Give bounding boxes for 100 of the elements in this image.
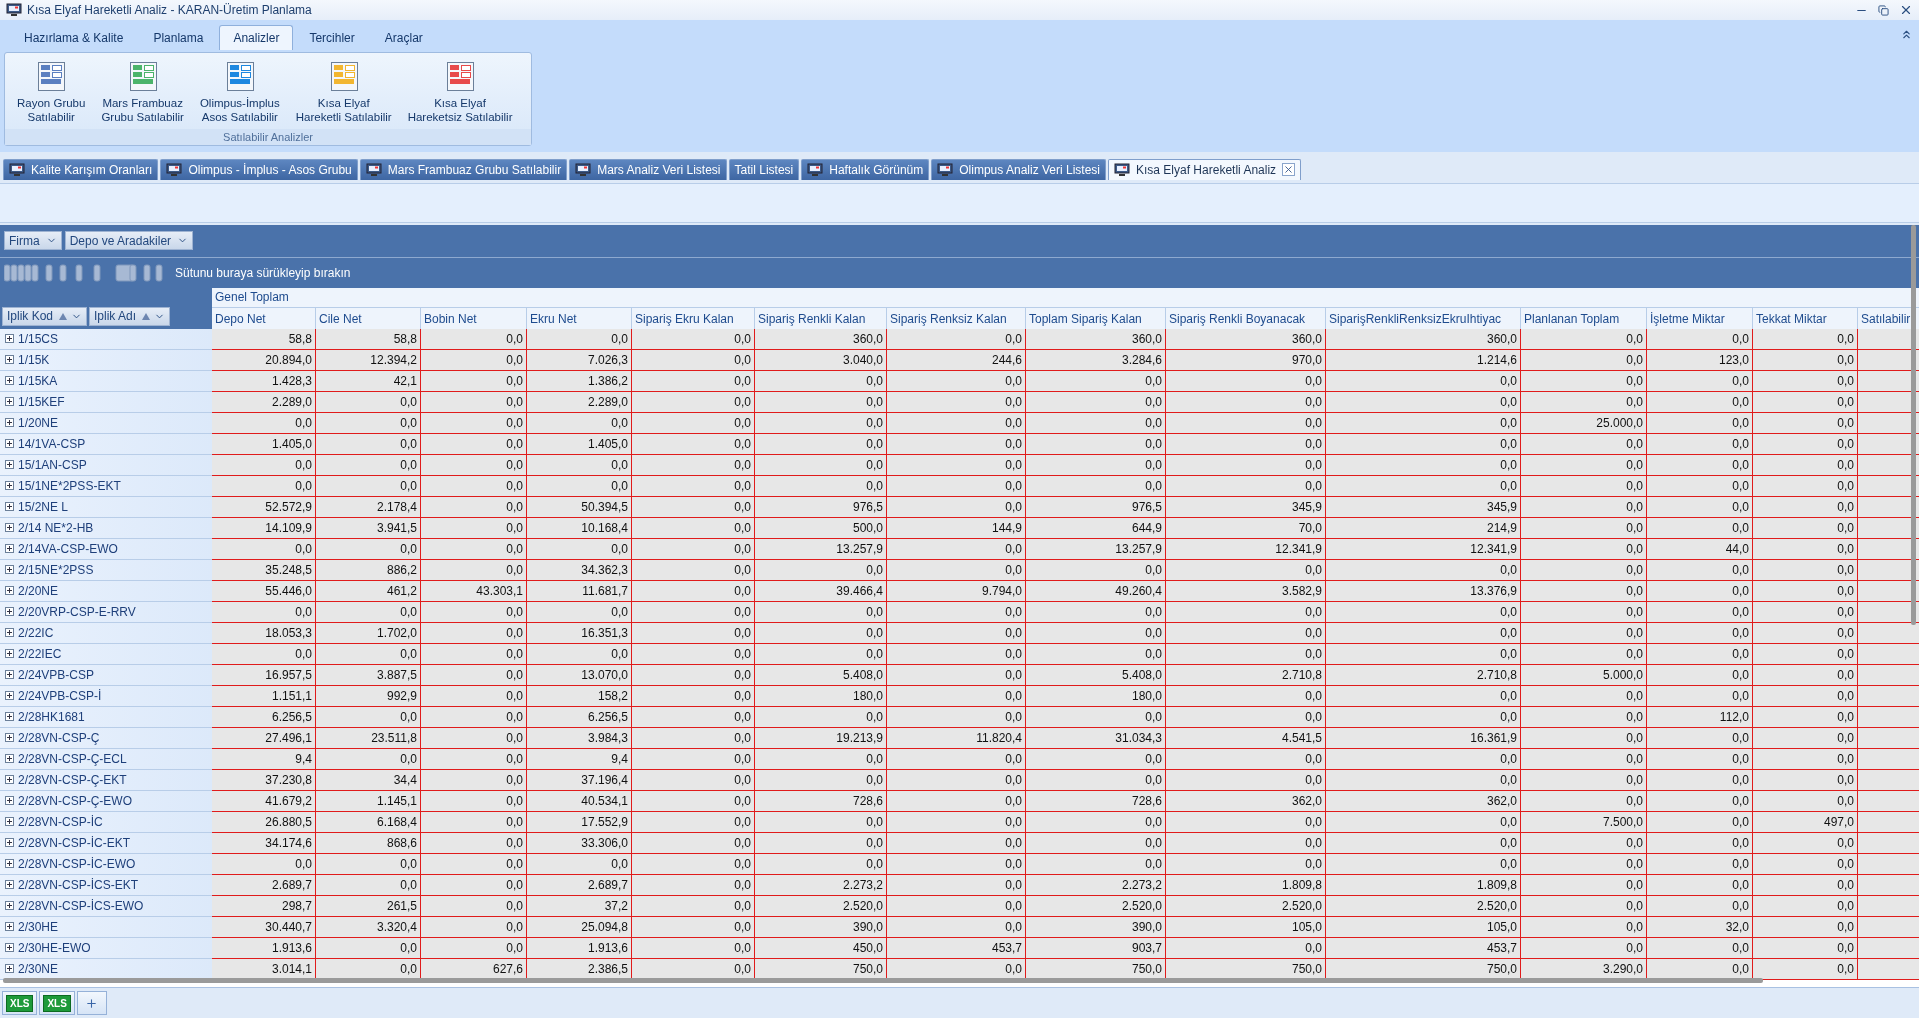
expand-icon[interactable] [5, 859, 14, 869]
row-header[interactable]: 2/28VN-CSP-İC-EKT [0, 832, 212, 854]
expand-icon[interactable] [5, 670, 14, 680]
row-header[interactable]: 2/14VA-CSP-EWO [0, 538, 212, 560]
column-header[interactable]: Depo Net [212, 307, 316, 329]
row-header[interactable]: 2/30HE-EWO [0, 937, 212, 959]
column-header[interactable]: Cile Net [316, 307, 421, 329]
row-header[interactable]: 15/2NE L [0, 496, 212, 518]
document-tab[interactable]: Kısa Elyaf Hareketli Analiz [1108, 158, 1302, 180]
document-tab[interactable]: Olimpus Analiz Veri Listesi [931, 158, 1106, 180]
document-tab[interactable]: Mars Frambuaz Grubu Satılabilir [359, 158, 568, 180]
document-tab[interactable]: Mars Analiz Veri Listesi [569, 158, 727, 180]
collapse-ribbon-icon[interactable] [1900, 28, 1913, 41]
ribbon-button[interactable]: Olimpus-İmplus Asos Satılabilir [193, 59, 286, 127]
column-header[interactable]: Bobin Net [421, 307, 527, 329]
expand-icon[interactable] [5, 775, 14, 785]
close-tab-icon[interactable] [1282, 163, 1296, 177]
row-header[interactable]: 1/15CS [0, 328, 212, 350]
row-header[interactable]: 2/28VN-CSP-İCS-EWO [0, 895, 212, 917]
row-header[interactable]: 1/15KEF [0, 391, 212, 413]
row-header[interactable]: 2/22IEC [0, 643, 212, 665]
filter-field[interactable]: Firma [4, 231, 62, 251]
horizontal-scrollbar[interactable] [3, 978, 1763, 983]
row-header[interactable]: 2/24VPB-CSP [0, 664, 212, 686]
expand-icon[interactable] [5, 649, 14, 659]
expand-icon[interactable] [5, 586, 14, 596]
expand-icon[interactable] [5, 607, 14, 617]
expand-icon[interactable] [5, 502, 14, 512]
column-header[interactable]: SiparişRenkliRenksizEkruIhtiyac [1326, 307, 1521, 329]
row-header[interactable]: 2/14 NE*2-HB [0, 517, 212, 539]
row-header[interactable]: 2/28VN-CSP-İC-EWO [0, 853, 212, 875]
column-header[interactable]: Sipariş Renkli Boyanacak [1166, 307, 1326, 329]
ribbon-tab[interactable]: Hazırlama & Kalite [10, 25, 138, 50]
row-header[interactable]: 1/15KA [0, 370, 212, 392]
expand-icon[interactable] [5, 691, 14, 701]
row-header[interactable]: 15/1NE*2PSS-EKT [0, 475, 212, 497]
row-header[interactable]: 14/1VA-CSP [0, 433, 212, 455]
expand-icon[interactable] [5, 544, 14, 554]
column-header[interactable]: Ekru Net [527, 307, 632, 329]
expand-icon[interactable] [5, 397, 14, 407]
column-header[interactable]: İşletme Miktar [1647, 307, 1753, 329]
expand-icon[interactable] [5, 355, 14, 365]
expand-icon[interactable] [5, 460, 14, 470]
expand-icon[interactable] [5, 334, 14, 344]
document-tab[interactable]: Tatil Listesi [728, 158, 800, 180]
row-header[interactable]: 1/15K [0, 349, 212, 371]
row-header[interactable]: 2/28VN-CSP-Ç-EKT [0, 769, 212, 791]
column-header[interactable]: Sipariş Renksiz Kalan [887, 307, 1026, 329]
row-header[interactable]: 2/28VN-CSP-İCS-EKT [0, 874, 212, 896]
row-field[interactable]: Iplik Kod [2, 306, 88, 326]
row-header[interactable]: 2/28VN-CSP-İC [0, 811, 212, 833]
column-header[interactable]: Tekkat Miktar [1753, 307, 1858, 329]
vertical-scrollbar[interactable] [1911, 224, 1916, 625]
expand-icon[interactable] [5, 922, 14, 932]
row-header[interactable]: 2/28HK1681 [0, 706, 212, 728]
ribbon-button[interactable]: Rayon Grubu Satılabilir [11, 59, 92, 127]
row-header[interactable]: 2/30HE [0, 916, 212, 938]
column-header[interactable]: Planlanan Toplam [1521, 307, 1647, 329]
filter-field[interactable]: Depo ve Aradakiler [64, 231, 194, 251]
document-tab[interactable]: Haftalık Görünüm [801, 158, 930, 180]
expand-icon[interactable] [5, 964, 14, 974]
row-field[interactable]: Iplik Adı [89, 306, 171, 326]
row-header[interactable]: 15/1AN-CSP [0, 454, 212, 476]
document-tab[interactable]: Olimpus - İmplus - Asos Grubu [160, 158, 358, 180]
row-header[interactable]: 2/20NE [0, 580, 212, 602]
ribbon-tab[interactable]: Planlama [139, 25, 218, 50]
ribbon-tab[interactable]: Araçlar [370, 25, 437, 50]
expand-icon[interactable] [5, 481, 14, 491]
row-header[interactable]: 1/20NE [0, 412, 212, 434]
row-header[interactable]: 2/20VRP-CSP-E-RRV [0, 601, 212, 623]
export-button[interactable]: XLS [2, 991, 38, 1015]
expand-icon[interactable] [5, 628, 14, 638]
expand-icon[interactable] [5, 754, 14, 764]
expand-icon[interactable] [5, 376, 14, 386]
ribbon-button[interactable]: Mars Frambuaz Grubu Satılabilir [95, 59, 190, 127]
document-tab[interactable]: Kalite Karışım Oranları [3, 158, 159, 180]
close-icon[interactable] [1899, 3, 1913, 17]
expand-icon[interactable] [5, 838, 14, 848]
expand-icon[interactable] [5, 565, 14, 575]
ribbon-button[interactable]: Kısa Elyaf Hareketli Satılabilir [289, 59, 398, 127]
expand-icon[interactable] [5, 796, 14, 806]
expand-icon[interactable] [5, 733, 14, 743]
row-header[interactable]: 2/22IC [0, 622, 212, 644]
row-header[interactable]: 2/28VN-CSP-Ç [0, 727, 212, 749]
row-header[interactable]: 2/15NE*2PSS [0, 559, 212, 581]
row-header[interactable]: 2/24VPB-CSP-İ [0, 685, 212, 707]
column-header[interactable]: Sipariş Ekru Kalan [632, 307, 755, 329]
expand-icon[interactable] [5, 901, 14, 911]
row-header[interactable]: 2/28VN-CSP-Ç-ECL [0, 748, 212, 770]
column-header[interactable]: Sipariş Renkli Kalan [755, 307, 887, 329]
expand-icon[interactable] [5, 817, 14, 827]
expand-icon[interactable] [5, 439, 14, 449]
row-header[interactable]: 2/28VN-CSP-Ç-EWO [0, 790, 212, 812]
expand-icon[interactable] [5, 418, 14, 428]
ribbon-tab[interactable]: Tercihler [295, 25, 369, 50]
ribbon-tab[interactable]: Analizler [219, 25, 294, 50]
column-header[interactable]: Toplam Sipariş Kalan [1026, 307, 1166, 329]
expand-icon[interactable] [5, 523, 14, 533]
ribbon-button[interactable]: Kısa Elyaf Hareketsiz Satılabilir [401, 59, 519, 127]
expand-icon[interactable] [5, 712, 14, 722]
